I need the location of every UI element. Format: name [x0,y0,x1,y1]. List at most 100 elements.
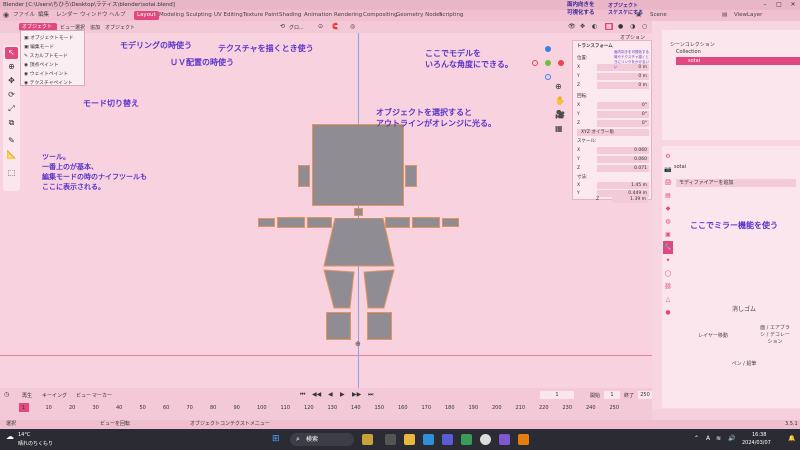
rotation-x-field[interactable]: 0° [597,102,649,109]
transform-orientation[interactable]: グロ... [289,24,304,31]
file-explorer-icon[interactable] [404,434,415,445]
tray-chevron-icon[interactable]: ⌃ [694,435,699,442]
clock-date[interactable]: 2024/03/07 [742,440,771,446]
header-menu-add[interactable]: 追加 [90,24,100,31]
scale-x-row[interactable]: X 0.060 [577,147,649,154]
mode-sculpt[interactable]: ✎ スカルプトモード [24,52,68,59]
shading-material-icon[interactable]: ◑ [630,23,635,30]
rotate-icon[interactable]: ⟳ [5,89,18,101]
volume-icon[interactable]: 🔊 [728,435,735,442]
tab-sculpting[interactable]: Sculpting [183,11,215,20]
location-z-field[interactable]: 0 m [597,82,649,89]
rotation-z-field[interactable]: 0° [597,120,649,127]
scale-icon[interactable]: ⤢ [5,103,18,115]
gizmo-icon[interactable]: ✥ [580,23,585,30]
add-cube-icon[interactable]: ⬚ [5,167,18,179]
discord-icon[interactable] [499,434,510,445]
shading-solid-icon[interactable]: ● [618,23,623,30]
move-icon[interactable]: ✥ [5,75,18,87]
visibility-icon[interactable]: 👁 [568,23,576,30]
add-modifier-button[interactable]: モディファイアーを追加 [676,179,796,187]
mannequin-head[interactable] [312,124,404,206]
pad-top[interactable]: 消しゴム [730,296,758,324]
mannequin-shin-right[interactable] [367,312,392,340]
transform-orientation-icon[interactable]: ⟲ [280,23,285,30]
store-icon[interactable] [442,434,453,445]
snap-icon[interactable]: 🧲 [332,23,339,30]
particles-tab-icon[interactable]: ✦ [663,254,673,267]
pad-bottom[interactable]: ペン / 鉛筆 [730,352,758,376]
viewlayer-name[interactable]: ViewLayer [734,10,762,21]
tab-scripting[interactable]: Scripting [436,11,466,20]
scene-collection-label[interactable]: シーンコレクション [670,41,715,48]
mannequin-neck[interactable] [354,208,363,216]
jump-end-icon[interactable]: ⏭ [368,391,373,399]
rotation-mode-row[interactable]: XYZ オイラー角 [577,129,649,136]
data-tab-icon[interactable]: △ [663,293,673,306]
material-tab-icon[interactable]: ● [663,306,673,319]
location-z-row[interactable]: Z 0 m [577,82,649,89]
menu-window[interactable]: ウィンドウ [80,10,108,21]
gizmo-y-icon[interactable] [545,60,551,66]
edge-icon[interactable] [423,434,434,445]
rotation-mode-select[interactable]: XYZ オイラー角 [577,129,649,136]
proportional-icon[interactable]: ◎ [350,23,355,30]
mannequin-ear-left[interactable] [298,165,310,187]
outliner-item-sotai[interactable]: sotai [676,57,800,65]
play-icon[interactable]: ▶ [340,391,345,398]
menu-render[interactable]: レンダー [56,10,78,21]
pan-icon[interactable]: ✋ [555,96,565,105]
dims-x-row[interactable]: X 1.45 m [577,182,649,189]
timeline-menu-marker[interactable]: マーカー [92,392,112,399]
clock-time[interactable]: 16:38 [752,432,766,438]
nav-gizmo[interactable] [532,46,564,80]
tab-animation[interactable]: Animation [301,11,335,20]
timeline-menu-keying[interactable]: キーイング [42,392,67,399]
mode-texture-paint[interactable]: ◉ テクスチャペイント [24,79,73,86]
collection-item[interactable]: Collection [676,49,701,55]
mannequin-ear-right[interactable] [405,165,417,187]
minimize-icon[interactable]: – [758,0,772,10]
rotation-y-row[interactable]: Y 0° [577,111,649,118]
shading-render-icon[interactable]: ○ [642,23,647,30]
xray-icon[interactable]: ▦ [605,23,613,30]
mode-weight-paint[interactable]: ◉ ウェイトペイント [24,70,68,77]
tool-tab-icon[interactable]: ⚙ [663,150,673,163]
mannequin-thigh-left[interactable] [323,269,355,309]
taskbar-app-icon[interactable] [362,434,373,445]
chrome-icon[interactable] [480,434,491,445]
wifi-icon[interactable]: ≋ [716,435,721,442]
windows-start-icon[interactable]: ⊞ [272,434,280,444]
mannequin-thigh-right[interactable] [363,269,395,309]
dims-x-field[interactable]: 1.45 m [597,182,649,189]
gizmo-neg-z-icon[interactable] [545,74,551,80]
mode-object[interactable]: ▣ オブジェクトモード [24,34,73,41]
scale-y-field[interactable]: 0.060 [597,156,649,163]
end-frame-field[interactable]: 250 [638,391,652,399]
maximize-icon[interactable]: □ [772,0,786,10]
gizmo-x-icon[interactable] [558,60,564,66]
physics-tab-icon[interactable]: ◯ [663,267,673,280]
location-y-field[interactable]: 0 m [597,73,649,80]
notification-icon[interactable]: 🔔 [788,435,795,442]
mode-edit[interactable]: ▣ 編集モード [24,43,54,50]
zoom-icon[interactable]: ⊕ [555,82,562,91]
constraints-tab-icon[interactable]: ⛓ [663,280,673,293]
timeline-menu-playback[interactable]: 再生 [22,392,32,399]
overlay-icon[interactable]: ◐ [592,23,597,30]
gizmo-z-icon[interactable] [545,46,551,52]
tray-a-icon[interactable]: A [706,435,710,442]
mannequin-hand-right[interactable] [442,218,459,227]
close-icon[interactable]: ✕ [786,0,800,10]
measure-icon[interactable]: 📐 [5,149,18,161]
mannequin-torso[interactable] [323,218,395,267]
mannequin-forearm-left[interactable] [277,217,305,228]
pad-right[interactable]: 面 / エアブラシ / デコレーション [758,324,792,352]
perspective-icon[interactable]: ▦ [555,124,563,133]
scale-z-row[interactable]: Z 0.071 [577,165,649,172]
next-key-icon[interactable]: ▶▶ [352,391,361,398]
cursor-icon[interactable]: ⊕ [5,61,18,73]
rotation-x-row[interactable]: X 0° [577,102,649,109]
object-tab-icon[interactable]: ▣ [663,228,673,241]
task-view-icon[interactable] [385,434,396,445]
